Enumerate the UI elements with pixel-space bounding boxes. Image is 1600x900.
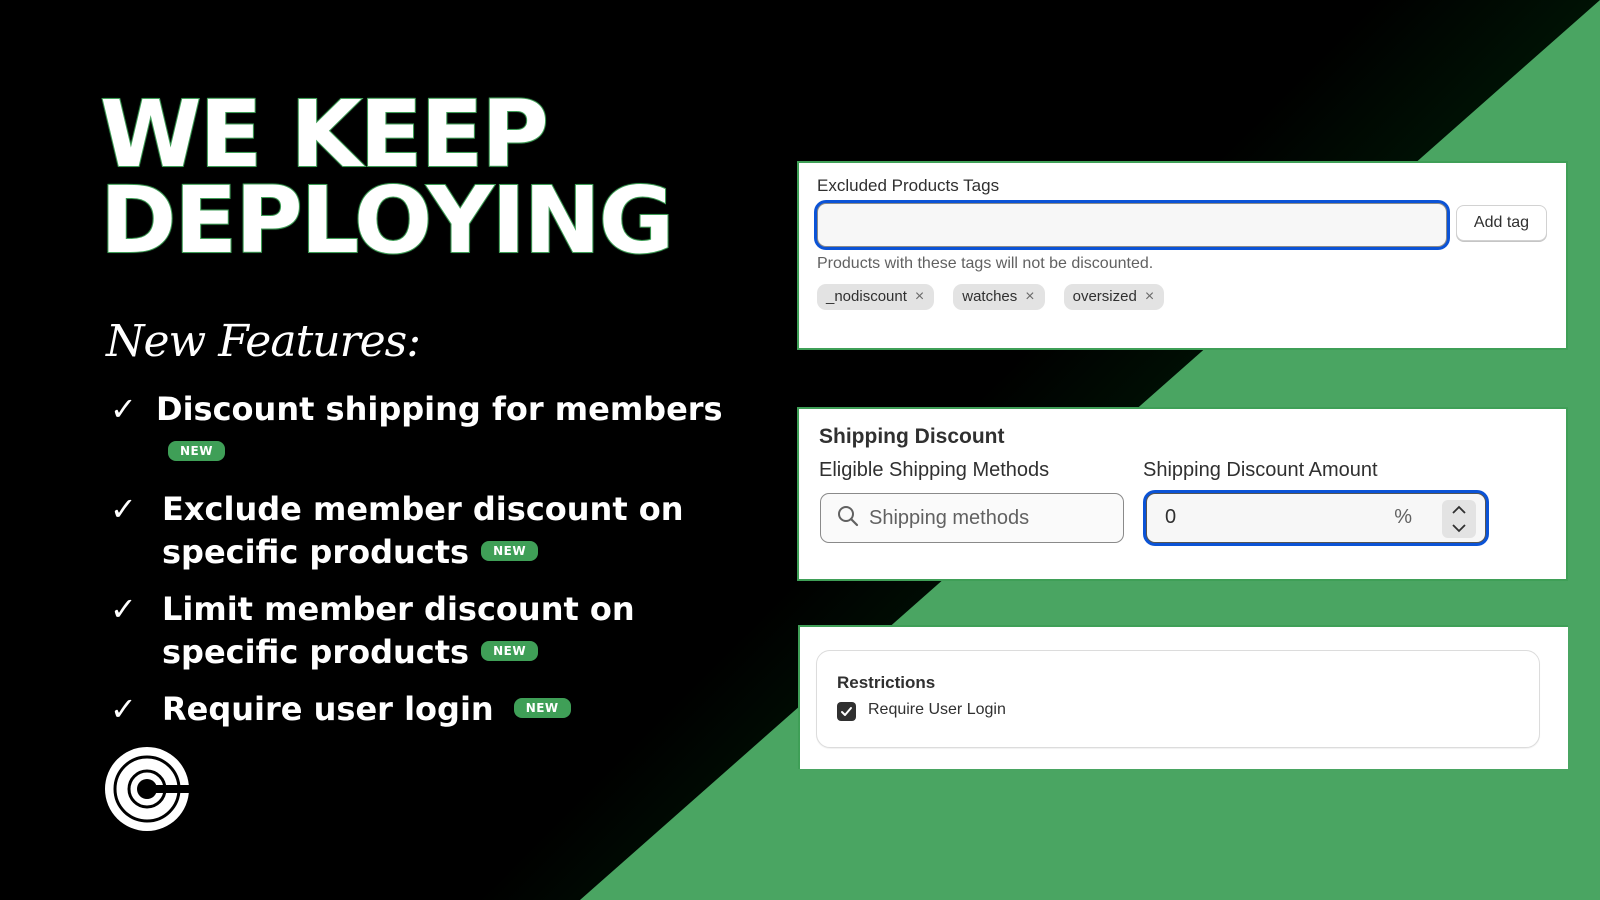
add-tag-button[interactable]: Add tag (1456, 205, 1547, 241)
feature-text: Discount shipping for members (156, 390, 723, 428)
tag-label: watches (962, 288, 1018, 305)
discount-amount-label: Shipping Discount Amount (1143, 459, 1378, 481)
feature-item: ✓ Limit member discount on specific prod… (110, 588, 750, 674)
shipping-discount-title: Shipping Discount (819, 425, 1005, 448)
search-icon (837, 505, 859, 532)
checkmark-icon (841, 707, 852, 716)
discount-amount-input[interactable]: 0 % (1146, 493, 1486, 543)
feature-text: Exclude member discount on (162, 490, 684, 528)
feature-item: ✓ Exclude member discount on specific pr… (110, 488, 750, 574)
remove-tag-icon[interactable]: × (915, 284, 924, 310)
new-badge: NEW (481, 541, 539, 561)
chevron-down-icon[interactable] (1451, 519, 1467, 536)
shipping-methods-search-input[interactable]: Shipping methods (820, 493, 1124, 543)
tag-chip: oversized × (1063, 284, 1165, 310)
tag-chip: watches × (953, 284, 1045, 310)
headline: WE KEEP DEPLOYING (99, 81, 675, 274)
feature-item: ✓ Discount shipping for members NEW (110, 388, 750, 474)
checkmark-icon: ✓ (110, 690, 137, 728)
feature-text: Require user login (162, 690, 494, 728)
restrictions-panel: Restrictions Require User Login (798, 625, 1568, 769)
feature-text: Limit member discount on (162, 590, 635, 628)
feature-item: ✓ Require user login NEW (110, 688, 750, 731)
tag-list: _nodiscount × watches × oversized × (817, 284, 1165, 310)
excluded-tags-label: Excluded Products Tags (817, 176, 1000, 195)
help-text: Products with these tags will not be dis… (817, 255, 1154, 272)
concentric-c-logo-icon (103, 745, 193, 833)
tag-input[interactable] (817, 203, 1447, 247)
shipping-methods-label: Eligible Shipping Methods (819, 459, 1050, 481)
require-login-checkbox[interactable] (837, 702, 856, 721)
feature-list: ✓ Discount shipping for members NEW ✓ Exc… (110, 388, 750, 745)
tag-label: oversized (1072, 288, 1137, 305)
tag-label: _nodiscount (826, 288, 907, 305)
require-login-label[interactable]: Require User Login (868, 701, 1006, 719)
remove-tag-icon[interactable]: × (1025, 284, 1034, 310)
checkmark-icon: ✓ (110, 590, 137, 628)
feature-text-continued: specific products (162, 633, 470, 671)
percent-suffix: % (1394, 506, 1412, 528)
headline-line-2: DEPLOYING (99, 167, 675, 274)
new-features-heading: New Features: (106, 316, 421, 367)
tag-chip: _nodiscount × (817, 284, 935, 310)
new-badge: NEW (513, 698, 571, 718)
amount-stepper[interactable] (1442, 500, 1476, 538)
restrictions-title: Restrictions (837, 673, 936, 692)
restrictions-card: Restrictions Require User Login (816, 650, 1540, 748)
checkmark-icon: ✓ (110, 390, 137, 428)
excluded-tags-panel: Excluded Products Tags Add tag Products … (797, 161, 1568, 350)
discount-amount-value: 0 (1165, 506, 1177, 528)
checkmark-icon: ✓ (110, 490, 137, 528)
new-badge: NEW (168, 441, 225, 461)
headline-line-1: WE KEEP (99, 81, 550, 188)
remove-tag-icon[interactable]: × (1145, 284, 1154, 310)
shipping-discount-panel: Shipping Discount Eligible Shipping Meth… (797, 407, 1568, 581)
feature-text-continued: specific products (162, 533, 470, 571)
shipping-methods-placeholder: Shipping methods (869, 506, 1030, 529)
new-badge: NEW (481, 641, 539, 661)
chevron-up-icon[interactable] (1451, 502, 1467, 519)
